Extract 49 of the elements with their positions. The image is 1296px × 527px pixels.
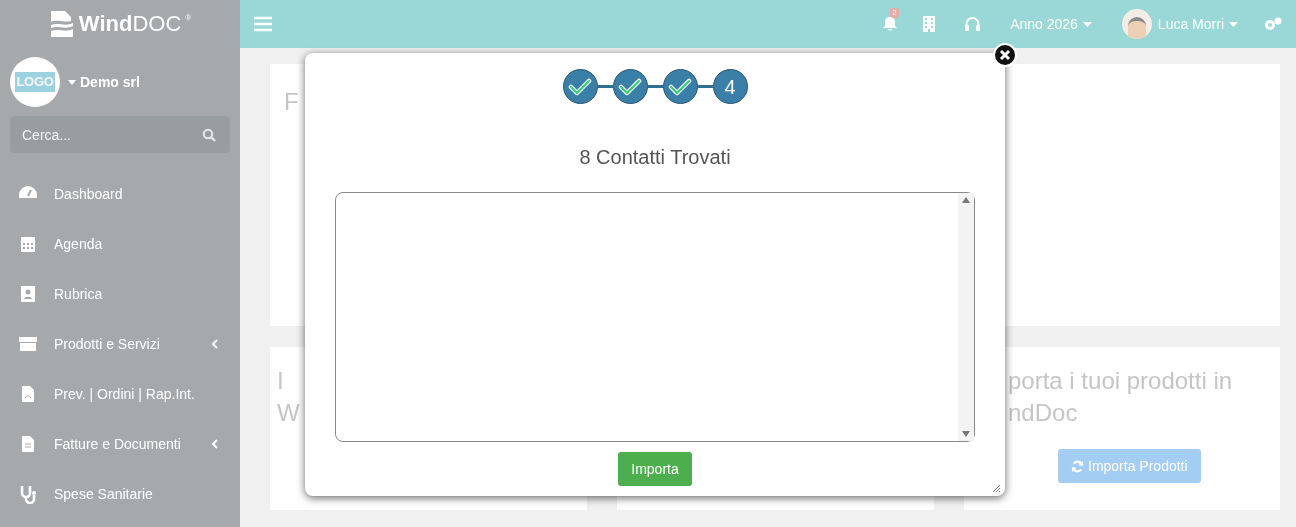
card-text: ndDoc: [1008, 398, 1078, 428]
menu-item[interactable]: Rubrica: [54, 283, 218, 305]
menu-item[interactable]: Prev. | Ordini | Rap.Int.: [54, 383, 218, 405]
company-logo: LOGO: [10, 57, 60, 107]
box-icon: [18, 334, 38, 354]
calendar-icon: [18, 234, 38, 254]
brand-name: WindDOC: [78, 11, 182, 37]
menu-icon[interactable]: [254, 16, 272, 32]
search-field[interactable]: Cerca...: [10, 116, 230, 153]
card-text: porta i tuoi prodotti in: [1008, 366, 1233, 396]
contact-card-icon: [18, 284, 38, 304]
menu-item[interactable]: Fatture e Documenti: [54, 433, 211, 455]
caret-icon[interactable]: [1229, 21, 1238, 27]
scrollbar[interactable]: [958, 193, 974, 441]
chevron-icon[interactable]: [211, 439, 218, 449]
menu-item[interactable]: Agenda: [54, 233, 218, 255]
menu-item[interactable]: Prodotti e Servizi: [54, 333, 211, 355]
logo-icon: [48, 10, 75, 38]
close-icon[interactable]: [993, 43, 1017, 67]
search-icon[interactable]: [202, 128, 216, 142]
user-menu[interactable]: Luca Morri: [1157, 13, 1224, 35]
import-products-button[interactable]: Importa Prodotti: [1058, 449, 1201, 483]
gears-icon[interactable]: [1264, 16, 1282, 32]
chevron-icon[interactable]: [211, 339, 218, 349]
caret-icon[interactable]: [1082, 21, 1092, 27]
refresh-icon: [1071, 459, 1084, 473]
results-area[interactable]: [335, 192, 975, 442]
stethoscope-icon: [18, 484, 38, 504]
building-icon[interactable]: [923, 16, 936, 32]
dialog-title: 8 Contatti Trovati: [579, 145, 731, 170]
check-icon: [618, 77, 642, 96]
check-icon: [668, 77, 692, 96]
menu-item[interactable]: Spese Sanitarie: [54, 483, 218, 505]
headset-icon[interactable]: [965, 17, 981, 31]
menu-item[interactable]: Dashboard: [54, 183, 218, 205]
registered-mark: ®: [185, 14, 192, 22]
caret-icon[interactable]: [68, 79, 76, 85]
company-name[interactable]: Demo srl: [80, 71, 140, 93]
import-button[interactable]: Importa: [618, 452, 692, 486]
card-text: W: [277, 398, 300, 428]
resize-handle[interactable]: [992, 484, 1000, 492]
check-icon: [568, 77, 592, 96]
card-title: F: [284, 88, 299, 115]
bell-icon[interactable]: [883, 16, 898, 32]
avatar[interactable]: [1121, 9, 1152, 39]
step-number: 4: [712, 69, 748, 104]
notification-badge: 2: [890, 8, 899, 18]
card-text: I: [277, 366, 284, 396]
year-dropdown[interactable]: Anno 2026: [1010, 13, 1078, 35]
